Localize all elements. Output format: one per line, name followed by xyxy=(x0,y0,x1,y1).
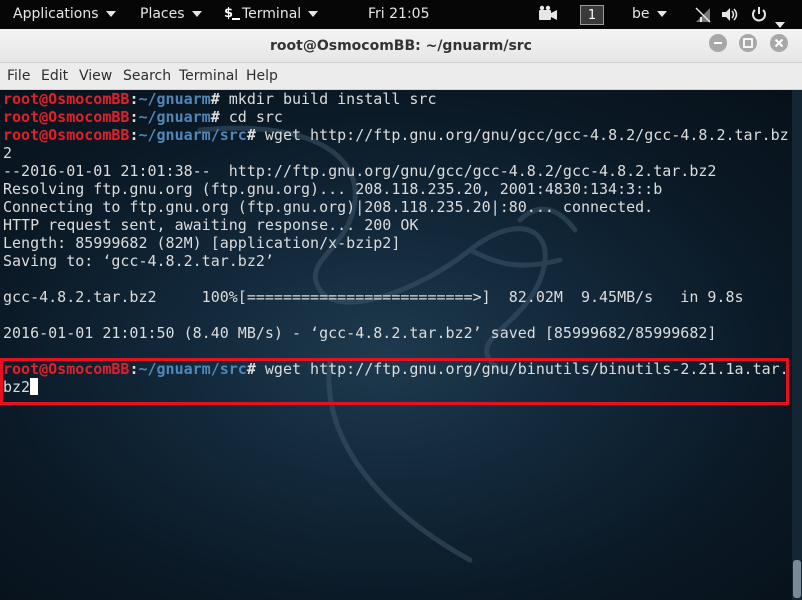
menu-terminal[interactable]: Terminal xyxy=(179,63,238,90)
clock[interactable]: Fri 21:05 xyxy=(368,0,429,29)
menu-file[interactable]: File xyxy=(7,63,30,90)
highlight-box xyxy=(0,358,789,405)
terminal-line: Saving to: ‘gcc-4.8.2.tar.bz2’ xyxy=(3,252,789,270)
output-text: HTTP request sent, awaiting response... … xyxy=(3,216,419,234)
minimize-icon xyxy=(714,42,722,44)
places-label: Places xyxy=(140,6,185,22)
workspace-indicator[interactable]: 1 xyxy=(580,5,604,25)
output-text: 2016-01-01 21:01:50 (8.40 MB/s) - ‘gcc-4… xyxy=(3,324,717,342)
menu-edit[interactable]: Edit xyxy=(41,63,68,90)
chevron-down-icon xyxy=(775,22,785,28)
prompt-symbol: # xyxy=(210,108,229,126)
prompt-path: ~/gnuarm xyxy=(138,108,211,126)
terminal-app-icon: $ xyxy=(224,4,240,24)
top-panel: Applications Places $ Terminal Fri 21:05 … xyxy=(0,0,802,29)
output-text: --2016-01-01 21:01:38-- http://ftp.gnu.o… xyxy=(3,162,717,180)
terminal-output: root@OsmocomBB:~/gnuarm# mkdir build ins… xyxy=(3,90,789,396)
menu-view[interactable]: View xyxy=(79,63,112,90)
chevron-down-icon xyxy=(191,11,202,17)
scrollbar-thumb[interactable] xyxy=(793,560,801,598)
applications-menu[interactable]: Applications xyxy=(13,0,116,29)
chevron-down-icon xyxy=(105,11,116,17)
terminal-line: root@OsmocomBB:~/gnuarm/src# wget http:/… xyxy=(3,126,789,144)
scrollbar[interactable] xyxy=(792,90,802,600)
output-text: 2 xyxy=(3,144,13,162)
terminal-line: HTTP request sent, awaiting response... … xyxy=(3,216,789,234)
terminal-line: root@OsmocomBB:~/gnuarm# cd src xyxy=(3,108,789,126)
command-text: wget http://ftp.gnu.org/gnu/gcc/gcc-4.8.… xyxy=(264,126,789,144)
terminal-line: Resolving ftp.gnu.org (ftp.gnu.org)... 2… xyxy=(3,180,789,198)
places-menu[interactable]: Places xyxy=(140,0,202,29)
volume-icon[interactable] xyxy=(720,0,740,29)
terminal-line: gcc-4.8.2.tar.bz2 100%[=================… xyxy=(3,288,789,306)
prompt-path: ~/gnuarm xyxy=(138,90,211,108)
menu-search[interactable]: Search xyxy=(123,63,171,90)
terminal-line: 2016-01-01 21:01:50 (8.40 MB/s) - ‘gcc-4… xyxy=(3,324,789,342)
output-text: Connecting to ftp.gnu.org (ftp.gnu.org)|… xyxy=(3,198,654,216)
prompt-user: root@OsmocomBB xyxy=(3,90,130,108)
output-text: Saving to: ‘gcc-4.8.2.tar.bz2’ xyxy=(3,252,274,270)
prompt-path: ~/gnuarm/src xyxy=(138,126,247,144)
chevron-down-icon xyxy=(308,11,319,17)
terminal-app-label: Terminal xyxy=(242,6,302,22)
keyboard-layout-menu[interactable]: be xyxy=(632,0,667,29)
terminal-line: Connecting to ftp.gnu.org (ftp.gnu.org)|… xyxy=(3,198,789,216)
close-icon xyxy=(774,38,784,48)
close-button[interactable] xyxy=(770,34,788,52)
chevron-down-icon xyxy=(656,11,667,17)
command-text: cd src xyxy=(228,108,283,126)
output-text: Length: 85999682 (82M) [application/x-bz… xyxy=(3,234,401,252)
terminal-line: 2 xyxy=(3,144,789,162)
power-icon xyxy=(752,7,766,22)
keyboard-layout-label: be xyxy=(632,6,650,22)
network-icon[interactable] xyxy=(694,0,712,29)
prompt-user: root@OsmocomBB xyxy=(3,108,130,126)
output-text: Resolving ftp.gnu.org (ftp.gnu.org)... 2… xyxy=(3,180,663,198)
window-title: root@OsmocomBB: ~/gnuarm/src xyxy=(270,38,532,54)
power-menu[interactable] xyxy=(750,0,785,29)
terminal-line: --2016-01-01 21:01:38-- http://ftp.gnu.o… xyxy=(3,162,789,180)
video-camera-icon[interactable] xyxy=(538,0,558,29)
terminal-line: root@OsmocomBB:~/gnuarm# mkdir build ins… xyxy=(3,90,789,108)
maximize-icon xyxy=(743,38,753,48)
terminal-app-menu[interactable]: $ Terminal xyxy=(224,0,319,29)
minimize-button[interactable] xyxy=(709,34,727,52)
window-titlebar[interactable]: root@OsmocomBB: ~/gnuarm/src xyxy=(0,29,802,63)
maximize-button[interactable] xyxy=(739,34,757,52)
prompt-user: root@OsmocomBB xyxy=(3,126,130,144)
prompt-symbol: # xyxy=(246,126,265,144)
terminal-line: Length: 85999682 (82M) [application/x-bz… xyxy=(3,234,789,252)
terminal-area[interactable]: root@OsmocomBB:~/gnuarm# mkdir build ins… xyxy=(0,90,802,600)
menu-bar: File Edit View Search Terminal Help xyxy=(0,63,802,90)
output-text: gcc-4.8.2.tar.bz2 100%[=================… xyxy=(3,288,744,306)
command-text: mkdir build install src xyxy=(228,90,437,108)
menu-help[interactable]: Help xyxy=(246,63,278,90)
applications-label: Applications xyxy=(13,6,99,22)
prompt-symbol: # xyxy=(210,90,229,108)
